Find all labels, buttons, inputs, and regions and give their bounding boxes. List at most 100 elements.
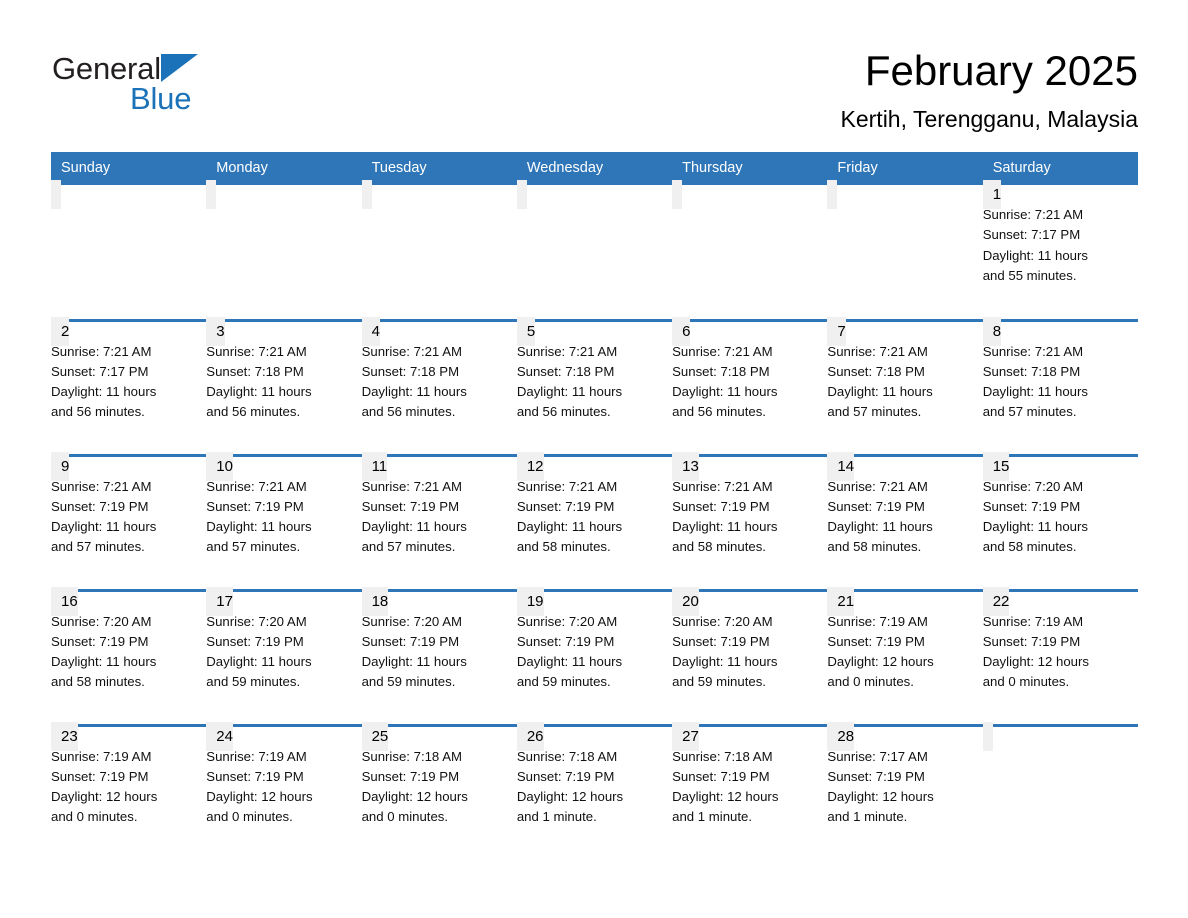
day-details: Sunrise: 7:21 AM Sunset: 7:18 PM Daylight:…	[206, 317, 361, 440]
weekday-header-sunday: Sunday	[51, 152, 207, 185]
daylight-text-line1: Daylight: 12 hours	[827, 789, 934, 805]
sunrise-text: Sunrise: 7:21 AM	[516, 478, 618, 494]
daylight-text-line1: Daylight: 11 hours	[827, 384, 933, 400]
sunset-text: Sunset: 7:19 PM	[51, 633, 149, 649]
calendar-day-cell[interactable]: 18 Sunrise: 7:20 AM Sunset: 7:19 PM Dayligh…	[361, 586, 517, 725]
daylight-text-line1: Daylight: 11 hours	[516, 384, 623, 400]
calendar-day-cell[interactable]	[982, 721, 1138, 860]
daylight-text-line2: and 59 minutes.	[672, 674, 766, 690]
calendar-day-cell[interactable]	[51, 180, 207, 320]
calendar-day-cell[interactable]: 4 Sunrise: 7:21 AM Sunset: 7:18 PM Daylight…	[361, 316, 517, 455]
calendar-week-row: 1 Sunrise: 7:21 AM Sunset: 7:17 PM Daylight…	[51, 180, 1138, 320]
calendar-day-cell[interactable]: 28 Sunrise: 7:17 AM Sunset: 7:19 PM Dayligh…	[827, 721, 983, 860]
calendar-day-cell[interactable]: 26 Sunrise: 7:18 AM Sunset: 7:19 PM Dayligh…	[516, 721, 673, 860]
daylight-text-line1: Daylight: 11 hours	[982, 519, 1088, 535]
calendar-day-cell[interactable]: 24 Sunrise: 7:19 AM Sunset: 7:19 PM Dayligh…	[206, 721, 362, 860]
calendar-day-cell[interactable]: 19 Sunrise: 7:20 AM Sunset: 7:19 PM Dayligh…	[516, 586, 673, 725]
daylight-text-line2: and 59 minutes.	[516, 674, 611, 690]
calendar-day-cell[interactable]	[361, 180, 517, 320]
calendar-day-cell[interactable]: 15 Sunrise: 7:20 AM Sunset: 7:19 PM Dayligh…	[982, 451, 1138, 590]
sunrise-text: Sunrise: 7:21 AM	[206, 343, 307, 359]
daylight-text-line1: Daylight: 11 hours	[51, 384, 157, 400]
daylight-text-line2: and 57 minutes.	[361, 539, 456, 555]
daylight-text-line2: and 55 minutes.	[982, 267, 1077, 283]
daylight-text-line2: and 1 minute.	[672, 809, 753, 825]
logo-bottom-line: Blue	[130, 82, 252, 116]
calendar-day-cell[interactable]: 6 Sunrise: 7:21 AM Sunset: 7:18 PM Daylight…	[672, 316, 828, 455]
calendar-day-cell[interactable]: 22 Sunrise: 7:19 AM Sunset: 7:19 PM Dayligh…	[982, 586, 1138, 725]
sunset-text: Sunset: 7:19 PM	[516, 633, 615, 649]
sunset-text: Sunset: 7:19 PM	[516, 768, 615, 784]
calendar-day-cell[interactable]: 16 Sunrise: 7:20 AM Sunset: 7:19 PM Dayligh…	[51, 586, 207, 725]
sunrise-text: Sunrise: 7:21 AM	[361, 478, 462, 494]
weekday-header-wednesday: Wednesday	[516, 152, 673, 185]
calendar-day-cell[interactable]: 8 Sunrise: 7:21 AM Sunset: 7:18 PM Daylight…	[982, 316, 1138, 455]
sunset-text: Sunset: 7:19 PM	[827, 498, 925, 514]
title-block: February 2025 Kertih, Terengganu, Malays…	[841, 46, 1138, 134]
sunrise-text: Sunrise: 7:21 AM	[51, 343, 152, 359]
calendar-day-cell[interactable]	[827, 180, 983, 320]
calendar-week-row: 9 Sunrise: 7:21 AM Sunset: 7:19 PM Daylight…	[51, 451, 1138, 590]
sunset-text: Sunset: 7:19 PM	[51, 768, 149, 784]
calendar-day-cell[interactable]: 10 Sunrise: 7:21 AM Sunset: 7:19 PM Dayligh…	[206, 451, 362, 590]
sunrise-text: Sunrise: 7:20 AM	[51, 613, 152, 629]
daylight-text-line2: and 57 minutes.	[206, 539, 301, 555]
daylight-text-line1: Daylight: 11 hours	[982, 384, 1088, 400]
sunset-text: Sunset: 7:19 PM	[361, 768, 460, 784]
sunset-text: Sunset: 7:19 PM	[672, 633, 770, 649]
calendar-day-cell[interactable]: 1 Sunrise: 7:21 AM Sunset: 7:17 PM Daylight…	[982, 180, 1138, 320]
sunset-text: Sunset: 7:19 PM	[827, 768, 925, 784]
weekday-header-tuesday: Tuesday	[361, 152, 517, 185]
daylight-text-line1: Daylight: 11 hours	[206, 654, 312, 670]
calendar-day-cell[interactable]: 13 Sunrise: 7:21 AM Sunset: 7:19 PM Dayligh…	[672, 451, 828, 590]
calendar-day-cell[interactable]: 27 Sunrise: 7:18 AM Sunset: 7:19 PM Dayligh…	[672, 721, 828, 860]
daylight-text-line2: and 59 minutes.	[206, 674, 301, 690]
sunrise-text: Sunrise: 7:20 AM	[206, 613, 307, 629]
sunrise-text: Sunrise: 7:21 AM	[206, 478, 307, 494]
daylight-text-line2: and 0 minutes.	[361, 809, 449, 825]
daylight-text-line2: and 59 minutes.	[361, 674, 456, 690]
sunset-text: Sunset: 7:19 PM	[672, 498, 770, 514]
calendar-day-cell[interactable]: 12 Sunrise: 7:21 AM Sunset: 7:19 PM Dayligh…	[516, 451, 673, 590]
calendar-body: 1 Sunrise: 7:21 AM Sunset: 7:17 PM Daylight…	[51, 180, 1138, 860]
daylight-text-line2: and 58 minutes.	[827, 539, 922, 555]
daylight-text-line1: Daylight: 11 hours	[361, 654, 467, 670]
daylight-text-line1: Daylight: 11 hours	[51, 519, 157, 535]
calendar-day-cell[interactable]: 25 Sunrise: 7:18 AM Sunset: 7:19 PM Dayligh…	[361, 721, 517, 860]
sunrise-text: Sunrise: 7:19 AM	[206, 748, 307, 764]
calendar-day-cell[interactable]: 7 Sunrise: 7:21 AM Sunset: 7:18 PM Daylight…	[827, 316, 983, 455]
daylight-text-line2: and 58 minutes.	[516, 539, 611, 555]
sunset-text: Sunset: 7:19 PM	[206, 498, 304, 514]
calendar-day-cell[interactable]: 9 Sunrise: 7:21 AM Sunset: 7:19 PM Daylight…	[51, 451, 207, 590]
daylight-text-line1: Daylight: 11 hours	[672, 654, 778, 670]
calendar-day-cell[interactable]: 5 Sunrise: 7:21 AM Sunset: 7:18 PM Daylight…	[516, 316, 673, 455]
sunset-text: Sunset: 7:19 PM	[672, 768, 770, 784]
calendar-day-cell[interactable]: 2 Sunrise: 7:21 AM Sunset: 7:17 PM Daylight…	[51, 316, 207, 455]
sunset-text: Sunset: 7:19 PM	[51, 498, 149, 514]
daylight-text-line1: Daylight: 12 hours	[827, 654, 934, 670]
calendar-day-cell[interactable]: 14 Sunrise: 7:21 AM Sunset: 7:19 PM Dayligh…	[827, 451, 983, 590]
sunrise-text: Sunrise: 7:21 AM	[516, 343, 618, 359]
daylight-text-line2: and 58 minutes.	[672, 539, 766, 555]
sunset-text: Sunset: 7:19 PM	[827, 633, 925, 649]
calendar-day-cell[interactable]: 17 Sunrise: 7:20 AM Sunset: 7:19 PM Dayligh…	[206, 586, 362, 725]
daylight-text-line1: Daylight: 12 hours	[516, 789, 624, 805]
daylight-text-line2: and 56 minutes.	[206, 404, 301, 420]
sunset-text: Sunset: 7:18 PM	[672, 363, 770, 379]
weekday-header-friday: Friday	[827, 152, 983, 185]
calendar-day-cell[interactable]: 23 Sunrise: 7:19 AM Sunset: 7:19 PM Dayligh…	[51, 721, 207, 860]
sunrise-text: Sunrise: 7:21 AM	[672, 343, 773, 359]
calendar-day-cell[interactable]	[206, 180, 362, 320]
daylight-text-line2: and 58 minutes.	[51, 674, 145, 690]
calendar-page: General Blue February 2025 Kertih, Teren…	[0, 0, 1188, 918]
daylight-text-line1: Daylight: 12 hours	[361, 789, 468, 805]
calendar-day-cell[interactable]: 3 Sunrise: 7:21 AM Sunset: 7:18 PM Daylight…	[206, 316, 362, 455]
calendar-day-cell[interactable]: 11 Sunrise: 7:21 AM Sunset: 7:19 PM Dayligh…	[361, 451, 517, 590]
calendar-day-cell[interactable]	[672, 180, 828, 320]
sunset-text: Sunset: 7:19 PM	[206, 768, 304, 784]
daylight-text-line2: and 57 minutes.	[827, 404, 922, 420]
calendar-day-cell[interactable]: 20 Sunrise: 7:20 AM Sunset: 7:19 PM Dayligh…	[672, 586, 828, 725]
calendar-week-row: 16 Sunrise: 7:20 AM Sunset: 7:19 PM Dayligh…	[51, 586, 1138, 725]
calendar-day-cell[interactable]	[516, 180, 673, 320]
calendar-day-cell[interactable]: 21 Sunrise: 7:19 AM Sunset: 7:19 PM Dayligh…	[827, 586, 983, 725]
